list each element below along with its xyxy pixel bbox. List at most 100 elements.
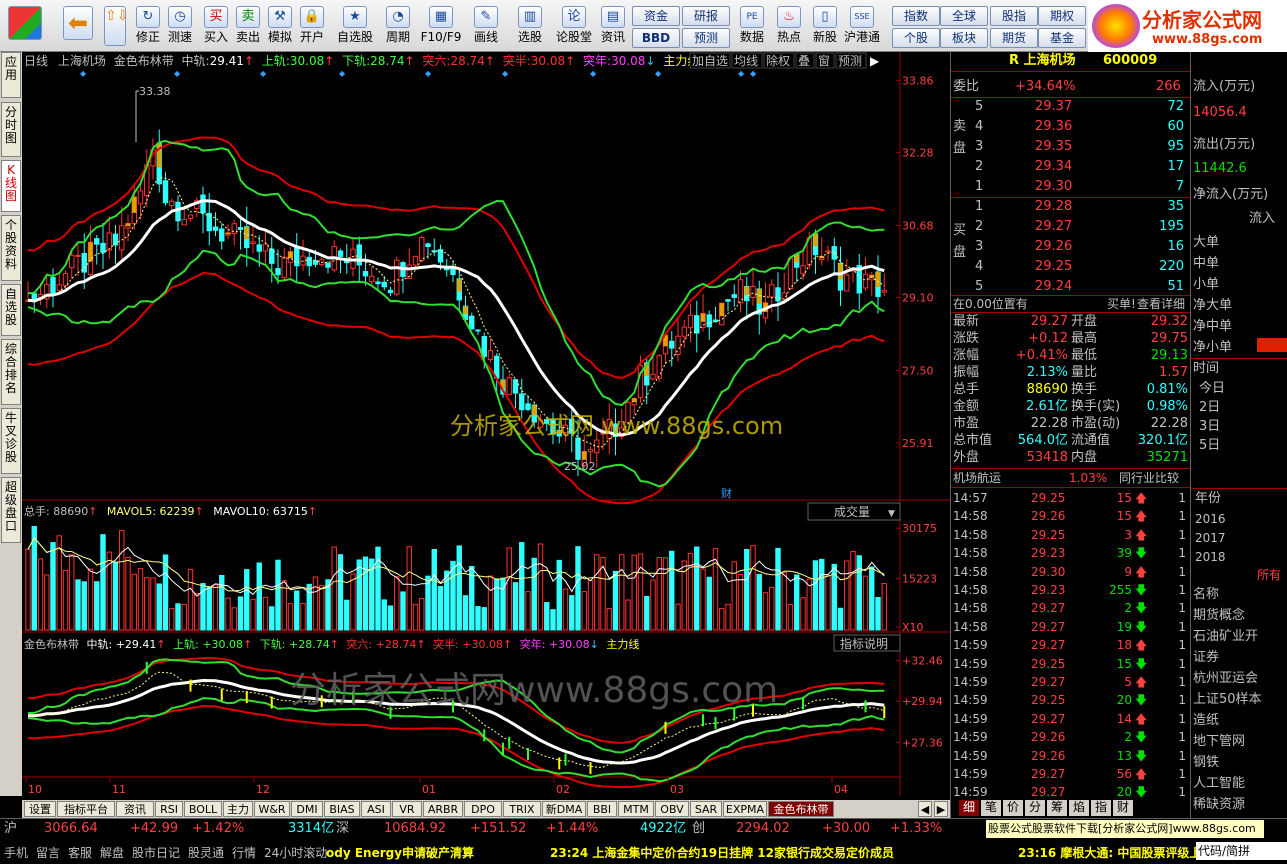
hotspot-button[interactable]: ♨ 热点 (772, 4, 806, 50)
vtab-app[interactable]: 应用 (1, 52, 21, 98)
indicator-tab[interactable]: 指标平台 (57, 801, 115, 817)
concept-item[interactable]: 上证50样本 (1193, 691, 1262, 709)
quote-tab[interactable]: 筹 (1047, 800, 1067, 816)
period-button[interactable]: ◔ 周期 (378, 4, 418, 50)
vtab-superorder[interactable]: 超级盘口 (1, 477, 21, 543)
concept-item[interactable]: 石油矿业开 (1193, 628, 1258, 646)
ad-banner[interactable]: 股票公式股票软件下载[分析家公式网]www.88gs.com (986, 820, 1264, 838)
stock-index-button[interactable]: 股指 (990, 6, 1038, 26)
news-button[interactable]: ▤ 资讯 (596, 4, 630, 50)
forecast-button[interactable]: 预测 (682, 28, 730, 48)
app-logo-icon[interactable] (6, 4, 44, 50)
indicator-tab[interactable]: TRIX (503, 801, 541, 817)
peer-compare[interactable]: 同行业比较 (1119, 469, 1179, 487)
concept-item[interactable]: 造纸 (1193, 712, 1219, 730)
status-menu-item[interactable]: 24小时滚动 (264, 844, 327, 861)
data-button[interactable]: PE 数据 (736, 4, 768, 50)
indicator-tab[interactable]: DMI (291, 801, 323, 817)
watchlist-button[interactable]: ★ 自选股 (334, 4, 376, 50)
quote-tab[interactable]: 价 (1003, 800, 1023, 816)
ipo-button[interactable]: ▯ 新股 (808, 4, 842, 50)
indicator-tab[interactable]: RSI (155, 801, 183, 817)
sector-name[interactable]: 机场航运 (953, 469, 1001, 487)
concept-item[interactable]: 杭州亚运会 (1193, 670, 1258, 688)
tab-scroll-right-icon[interactable]: ▶ (934, 801, 948, 817)
stock-button[interactable]: 个股 (892, 28, 940, 48)
up-down-icon[interactable]: ⇧⇩ (102, 4, 128, 50)
kline-chart-svg[interactable]: 日线 上海机场 金色布林带 中轨:29.41↑ 上轨:30.08↑ 下轨:28.… (22, 52, 950, 796)
quote-tab[interactable]: 分 (1025, 800, 1045, 816)
finance-marker[interactable]: 财 (721, 486, 732, 500)
indicator-tab[interactable]: VR (392, 801, 422, 817)
indicator-tab[interactable]: W&R (254, 801, 290, 817)
research-button[interactable]: 研报 (682, 6, 730, 26)
scroll-right-icon[interactable]: ▶ (870, 54, 880, 68)
indicator-tab[interactable]: EXPMA (723, 801, 767, 817)
news-ticker-3[interactable]: 23:16 摩根大通: 中国股票评级上调 (1018, 844, 1198, 861)
concept-item[interactable]: 钢铁 (1193, 754, 1219, 772)
concept-item[interactable]: 地下管网 (1193, 733, 1245, 751)
draw-line-button[interactable]: ✎ 画线 (466, 4, 506, 50)
index-button[interactable]: 指数 (892, 6, 940, 26)
all-label[interactable]: 所有 (1257, 566, 1281, 584)
news-ticker-2[interactable]: 23:24 上海金集中定价合约19日挂牌 12家银行成交易定价成员 (550, 844, 894, 861)
open-account-button[interactable]: 🔒 开户 (296, 4, 328, 50)
indicator-tab[interactable]: OBV (655, 801, 689, 817)
status-menu-item[interactable]: 解盘 (100, 844, 124, 861)
fix-button[interactable]: ↻ 修正 (132, 4, 164, 50)
bbd-button[interactable]: BBD (632, 28, 680, 48)
sector-button[interactable]: 板块 (940, 28, 988, 48)
code-search-input[interactable]: 代码/简拼 (1196, 842, 1287, 860)
speed-test-button[interactable]: ◷ 测速 (164, 4, 196, 50)
concept-item[interactable]: 证券 (1193, 649, 1219, 667)
status-menu-item[interactable]: 行情 (232, 844, 256, 861)
fund-button[interactable]: 资金 (632, 6, 680, 26)
news-ticker-1[interactable]: ody Energy申请破产清算 (326, 844, 474, 861)
vtab-diagnose[interactable]: 牛叉诊股 (1, 408, 21, 474)
indicator-tab[interactable]: 资讯 (116, 801, 154, 817)
quote-tab[interactable]: 指 (1091, 800, 1111, 816)
status-menu-item[interactable]: 手机 (4, 844, 28, 861)
indicator-tab[interactable]: DPO (464, 801, 502, 817)
indicator-tab[interactable]: ARBR (423, 801, 463, 817)
status-menu-item[interactable]: 客服 (68, 844, 92, 861)
indicator-tab[interactable]: 金色布林带 (768, 801, 834, 817)
status-menu-item[interactable]: 留言 (36, 844, 60, 861)
quote-tab[interactable]: 细 (959, 800, 979, 816)
quote-tab[interactable]: 笔 (981, 800, 1001, 816)
indicator-tab[interactable]: BOLL (184, 801, 222, 817)
simulate-button[interactable]: ⚒ 模拟 (264, 4, 296, 50)
indicator-tab[interactable]: MTM (618, 801, 654, 817)
vtab-profile[interactable]: 个股资料 (1, 215, 21, 281)
status-menu-item[interactable]: 股灵通 (188, 844, 224, 861)
vtab-ranking[interactable]: 综合排名 (1, 339, 21, 405)
stock-picker-button[interactable]: ▥ 选股 (510, 4, 550, 50)
option-button[interactable]: 期权 (1038, 6, 1086, 26)
detail-link[interactable]: 查看详细 (1137, 295, 1185, 313)
indicator-tab[interactable]: 新DMA (542, 801, 586, 817)
concept-item[interactable]: 人工智能 (1193, 775, 1245, 793)
tab-scroll-left-icon[interactable]: ◀ (918, 801, 932, 817)
indicator-tab[interactable]: ASI (361, 801, 391, 817)
vtab-intraday[interactable]: 分时图 (1, 102, 21, 157)
status-menu-item[interactable]: 股市日记 (132, 844, 180, 861)
indicator-tab[interactable]: BIAS (324, 801, 360, 817)
fund2-button[interactable]: 基金 (1038, 28, 1086, 48)
chart-area[interactable]: 日线 上海机场 金色布林带 中轨:29.41↑ 上轨:30.08↑ 下轨:28.… (22, 52, 950, 796)
quote-tab[interactable]: 财 (1113, 800, 1133, 816)
concept-item[interactable]: 稀缺资源 (1193, 796, 1245, 814)
sell-button[interactable]: 卖卖出 (232, 4, 264, 50)
futures-button[interactable]: 期货 (990, 28, 1038, 48)
f10-button[interactable]: ▦ F10/F9 (420, 4, 462, 50)
indicator-tab[interactable]: BBI (587, 801, 617, 817)
quote-tab[interactable]: 焰 (1069, 800, 1089, 816)
global-button[interactable]: 全球 (940, 6, 988, 26)
vtab-kline[interactable]: K线图 (1, 160, 21, 212)
indicator-tab[interactable]: 主力 (223, 801, 253, 817)
indicator-tab[interactable]: SAR (690, 801, 722, 817)
concept-item[interactable]: 期货概念 (1193, 607, 1245, 625)
vtab-watchlist[interactable]: 自选股 (1, 284, 21, 336)
back-arrow-icon[interactable]: ⬅ (58, 4, 98, 50)
indicator-tab[interactable]: 设置 (24, 801, 56, 817)
forum-button[interactable]: 论论股堂 (554, 4, 594, 50)
